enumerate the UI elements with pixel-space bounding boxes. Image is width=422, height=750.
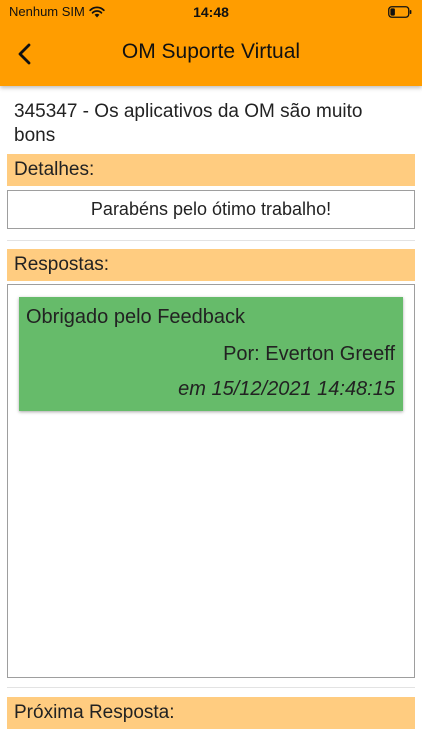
next-response-header: Próxima Resposta: <box>7 697 415 729</box>
navigation-bar: OM Suporte Virtual <box>0 26 422 82</box>
app-header: Nenhum SIM 14:48 OM Suporte Virtual <box>0 0 422 86</box>
details-box: Parabéns pelo ótimo trabalho! <box>7 190 415 229</box>
page-title: OM Suporte Virtual <box>121 40 301 63</box>
details-header: Detalhes: <box>7 154 415 186</box>
status-time: 14:48 <box>193 4 229 20</box>
responses-header: Respostas: <box>7 249 415 281</box>
details-text: Parabéns pelo ótimo trabalho! <box>90 199 332 219</box>
battery-icon <box>388 6 412 18</box>
divider <box>7 240 415 241</box>
divider <box>7 687 415 688</box>
response-card: Obrigado pelo Feedback Por: Everton Gree… <box>19 297 403 411</box>
response-message: Obrigado pelo Feedback <box>26 306 246 328</box>
responses-list[interactable]: Obrigado pelo Feedback Por: Everton Gree… <box>7 284 415 678</box>
response-date: em 15/12/2021 14:48:15 <box>178 378 395 400</box>
ticket-title: 345347 - Os aplicativos da OM são muito … <box>14 101 363 146</box>
status-bar: Nenhum SIM 14:48 <box>0 0 422 26</box>
response-author: Por: Everton Greeff <box>223 343 395 365</box>
